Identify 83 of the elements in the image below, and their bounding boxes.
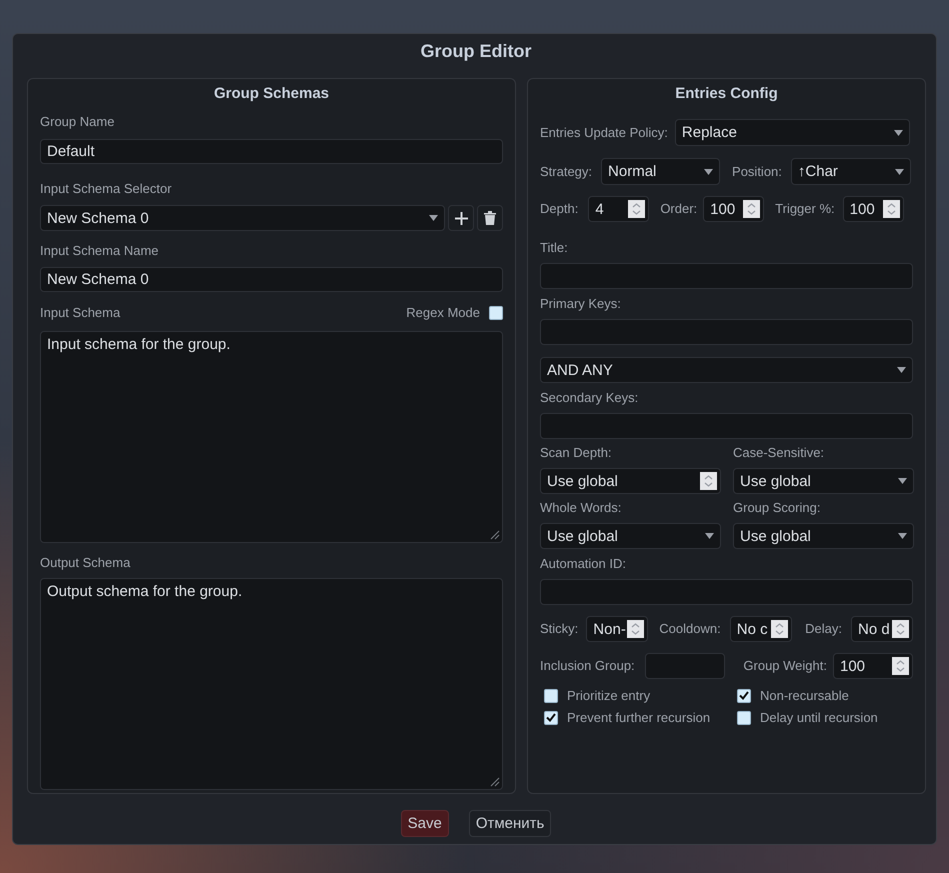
whole-words-label: Whole Words: (540, 500, 622, 516)
add-button[interactable] (448, 205, 474, 231)
checkbox-label: Prioritize entry (567, 688, 650, 703)
caret-icon (894, 168, 904, 174)
caret-icon (894, 130, 903, 136)
caret-icon (898, 478, 907, 484)
group-weight-label: Group Weight: (743, 658, 827, 674)
checkbox-label: Prevent further recursion (567, 710, 710, 725)
panel-title: Entries Config (674, 84, 779, 104)
cooldown-label: Cooldown: (659, 621, 721, 637)
caret-icon (704, 168, 714, 174)
depth-field[interactable]: 4 (588, 196, 650, 222)
position-label: Position: (732, 164, 782, 180)
dialog-title: Group Editor (420, 40, 532, 63)
spin-icon[interactable] (882, 200, 900, 218)
delay-field[interactable]: No d (851, 616, 913, 642)
output-schema-textarea[interactable]: Output schema for the group. (40, 578, 503, 790)
checkbox[interactable] (737, 710, 751, 724)
spin-icon[interactable] (627, 620, 644, 638)
group-scoring-dropdown[interactable]: Use global (733, 523, 914, 549)
trash-icon (484, 211, 496, 225)
resize-grip-icon (489, 529, 500, 540)
group-weight-field[interactable]: 100 (833, 653, 913, 679)
checkbox[interactable] (737, 688, 751, 702)
cooldown-field[interactable]: No c (730, 616, 792, 642)
schema-name-label: Input Schema Name (40, 243, 159, 258)
checkbox-label: Delay until recursion (760, 710, 878, 725)
caret-icon (898, 533, 907, 539)
group-name-label: Group Name (40, 114, 114, 129)
checkbox[interactable] (489, 306, 503, 320)
delay-label: Delay: (805, 621, 842, 637)
sticky-field[interactable]: Non- (586, 616, 648, 642)
scan-depth-field[interactable]: Use global (540, 468, 721, 494)
logic-dropdown[interactable]: AND ANY (540, 357, 913, 383)
sticky-label: Sticky: (540, 621, 578, 637)
regex-mode-label: Regex Mode (406, 305, 480, 320)
checkbox[interactable] (544, 688, 558, 702)
resize-grip-icon (489, 776, 500, 787)
cancel-button[interactable]: Отменить (468, 810, 552, 837)
delete-button[interactable] (477, 205, 504, 231)
primary-keys-label: Primary Keys: (540, 296, 621, 311)
automation-id-field[interactable] (540, 579, 913, 605)
order-label: Order: (660, 201, 698, 217)
update-policy-dropdown[interactable]: Replace (674, 119, 910, 146)
caret-icon (429, 215, 438, 221)
primary-keys-field[interactable] (540, 319, 913, 345)
input-schema-textarea[interactable]: Input schema for the group. (40, 331, 503, 543)
spin-icon[interactable] (770, 620, 788, 638)
spin-icon[interactable] (743, 200, 760, 218)
save-button[interactable]: Save (400, 810, 449, 837)
inclusion-group-field[interactable] (644, 653, 725, 679)
plus-icon (454, 212, 468, 224)
secondary-keys-label: Secondary Keys: (540, 390, 638, 405)
spin-icon[interactable] (628, 200, 646, 218)
group-name-field[interactable]: Default (40, 139, 503, 164)
schema-selector-dropdown[interactable]: New Schema 0 (40, 205, 446, 231)
group-scoring-label: Group Scoring: (733, 500, 822, 516)
scan-depth-label: Scan Depth: (540, 445, 613, 461)
panel-title: Group Schemas (212, 84, 330, 104)
trigger-field[interactable]: 100 (842, 196, 904, 222)
case-sensitive-dropdown[interactable]: Use global (733, 468, 914, 494)
order-field[interactable]: 100 (703, 196, 764, 222)
input-schema-label: Input Schema (40, 305, 120, 321)
secondary-keys-field[interactable] (540, 413, 913, 439)
update-policy-label: Entries Update Policy: (540, 124, 668, 140)
strategy-dropdown[interactable]: Normal (601, 158, 720, 185)
trigger-label: Trigger %: (775, 201, 835, 217)
schema-selector-label: Input Schema Selector (40, 181, 172, 196)
schema-name-field[interactable]: New Schema 0 (40, 267, 503, 292)
depth-label: Depth: (540, 201, 578, 217)
automation-id-label: Automation ID: (540, 556, 626, 571)
checkbox[interactable] (544, 710, 558, 724)
case-sensitive-label: Case-Sensitive: (733, 445, 826, 461)
checkbox-label: Non-recursable (760, 688, 849, 703)
caret-icon (705, 533, 714, 539)
position-dropdown[interactable]: ↑Char (790, 158, 911, 185)
title-field[interactable] (540, 263, 913, 289)
whole-words-dropdown[interactable]: Use global (540, 523, 721, 549)
strategy-label: Strategy: (540, 164, 592, 180)
title-label: Title: (540, 240, 568, 255)
inclusion-group-label: Inclusion Group: (540, 658, 635, 674)
output-schema-label: Output Schema (40, 555, 130, 570)
caret-icon (897, 367, 906, 373)
